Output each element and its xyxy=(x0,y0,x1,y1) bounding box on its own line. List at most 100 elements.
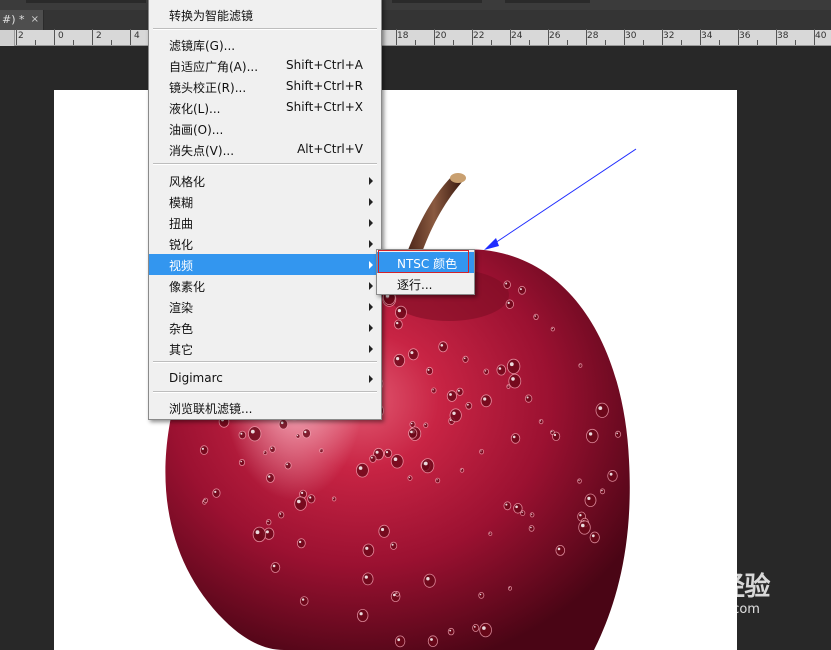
ruler-label: 36 xyxy=(739,31,751,41)
water-drop-glint xyxy=(359,612,363,616)
water-drop xyxy=(446,390,457,402)
ruler-corner xyxy=(0,30,15,46)
top-strip xyxy=(0,0,831,10)
water-drop-glint xyxy=(579,514,582,517)
menu-item-lens-correction[interactable]: 镜头校正(R)... Shift+Ctrl+R xyxy=(149,76,381,97)
menu-item-adaptive-wide-angle[interactable]: 自适应广角(A)... Shift+Ctrl+A xyxy=(149,55,381,76)
annotation-highlight-box xyxy=(378,250,469,273)
ruler-tick xyxy=(681,40,682,45)
water-drop-glint xyxy=(320,449,322,451)
water-drop xyxy=(508,373,522,389)
water-drop xyxy=(269,445,276,453)
water-drop-glint xyxy=(432,389,434,391)
water-drop xyxy=(355,462,369,478)
ruler-label: 40 xyxy=(815,31,827,41)
document-tab[interactable]: #) * × xyxy=(0,10,44,30)
ruler-tick xyxy=(814,29,815,45)
menu-item-label: 扭曲 xyxy=(169,217,194,231)
water-drop-glint xyxy=(423,461,428,466)
water-drop xyxy=(586,428,599,444)
water-drop-glint xyxy=(375,450,379,454)
submenu-item-de-interlace[interactable]: 逐行... xyxy=(377,273,474,294)
menu-item-pixelate[interactable]: 像素化 xyxy=(149,275,381,296)
water-drop-glint xyxy=(371,456,373,459)
ruler-tick xyxy=(130,29,131,45)
water-drop-glint xyxy=(410,430,413,434)
water-drop xyxy=(496,364,507,376)
options-bar-field xyxy=(392,0,482,3)
water-drop xyxy=(393,353,406,368)
water-drop-glint xyxy=(505,282,508,285)
menu-item-other[interactable]: 其它 xyxy=(149,338,381,359)
menu-item-blur[interactable]: 模糊 xyxy=(149,191,381,212)
menu-item-sharpen[interactable]: 锐化 xyxy=(149,233,381,254)
menu-item-oil-paint[interactable]: 油画(O)... xyxy=(149,118,381,139)
water-drop-glint xyxy=(551,328,553,329)
menu-item-render[interactable]: 渲染 xyxy=(149,296,381,317)
menu-item-convert-smart-filter[interactable]: 转换为智能滤镜 xyxy=(149,4,381,25)
water-drop-glint xyxy=(396,321,399,325)
menu-item-distort[interactable]: 扭曲 xyxy=(149,212,381,233)
water-drop xyxy=(278,511,285,519)
water-drop xyxy=(483,368,490,375)
water-drop xyxy=(421,458,435,474)
water-drop xyxy=(524,394,533,403)
water-drop xyxy=(462,355,469,363)
water-drop-glint xyxy=(286,463,288,466)
water-drop xyxy=(378,524,390,538)
menu-item-noise[interactable]: 杂色 xyxy=(149,317,381,338)
menu-item-vanishing-point[interactable]: 消失点(V)... Alt+Ctrl+V xyxy=(149,139,381,160)
water-drop xyxy=(456,387,464,396)
close-icon[interactable]: × xyxy=(31,10,39,30)
ruler-label: 24 xyxy=(511,31,523,41)
ruler-tick xyxy=(16,29,17,45)
menu-item-label: 杂色 xyxy=(169,322,194,336)
water-drop-glint xyxy=(364,575,368,579)
water-drop xyxy=(408,348,419,361)
water-drop xyxy=(394,591,400,597)
menu-item-label: 视频 xyxy=(169,259,194,273)
ruler-tick xyxy=(35,40,36,45)
menu-item-digimarc[interactable]: Digimarc xyxy=(149,368,381,389)
water-drop xyxy=(478,591,485,599)
water-drop-glint xyxy=(214,490,217,493)
water-drop-glint xyxy=(519,288,522,291)
water-drop-glint xyxy=(507,301,510,304)
water-drop-glint xyxy=(279,513,282,515)
ruler-label: 20 xyxy=(435,31,447,41)
water-drop-glint xyxy=(484,370,487,372)
water-drop-glint xyxy=(588,432,593,436)
water-drop xyxy=(465,401,473,410)
water-drop xyxy=(407,475,413,481)
water-drop-glint xyxy=(449,629,452,632)
water-drop xyxy=(479,449,485,455)
water-drop-glint xyxy=(505,503,508,506)
water-drop xyxy=(550,429,555,435)
menu-item-liquify[interactable]: 液化(L)... Shift+Ctrl+X xyxy=(149,97,381,118)
menu-item-browse-online-filters[interactable]: 浏览联机滤镜... xyxy=(149,397,381,418)
water-drop-glint xyxy=(449,393,452,396)
menu-item-filter-gallery[interactable]: 滤镜库(G)... xyxy=(149,34,381,55)
submenu-arrow-icon xyxy=(369,282,373,290)
water-drop-glint xyxy=(467,403,469,406)
ruler-tick xyxy=(605,40,606,45)
menu-item-video[interactable]: 视频 xyxy=(149,254,381,275)
water-drop-glint xyxy=(397,309,401,313)
ruler-tick xyxy=(719,40,720,45)
water-drop-glint xyxy=(452,411,456,415)
menu-item-stylize[interactable]: 风格化 xyxy=(149,170,381,191)
menu-separator xyxy=(153,391,377,393)
submenu-arrow-icon xyxy=(369,261,373,269)
water-drop-glint xyxy=(358,466,363,470)
water-drop xyxy=(423,573,436,588)
water-drop-glint xyxy=(526,396,529,399)
water-drop-glint xyxy=(396,357,400,361)
water-drop-glint xyxy=(521,511,523,513)
water-drop xyxy=(479,622,492,638)
water-drop-glint xyxy=(509,362,514,367)
water-drop xyxy=(247,426,262,442)
water-drop-glint xyxy=(483,397,487,401)
ruler-tick xyxy=(757,40,758,45)
water-drop xyxy=(425,366,434,376)
water-drop xyxy=(599,488,606,495)
